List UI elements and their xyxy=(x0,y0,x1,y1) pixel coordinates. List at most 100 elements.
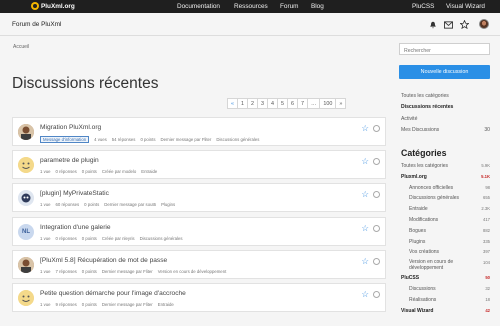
last-post-by[interactable]: Dernier message par Fliter xyxy=(161,137,212,142)
category-item[interactable]: Pluxml.org 5.1K xyxy=(401,174,490,185)
nav-plucss[interactable]: PluCSS xyxy=(412,3,434,10)
category-count: 417 xyxy=(483,216,490,222)
category-label: Réalisations xyxy=(409,296,437,303)
options-gear-icon[interactable] xyxy=(373,224,380,232)
discussion-category[interactable]: Version en cours de développement xyxy=(158,269,227,274)
sidebar-item-label: Toutes les catégories xyxy=(401,93,449,99)
discussion-row[interactable]: NL Integration d'une galerie 1 vue 0 rép… xyxy=(12,216,386,246)
discussion-row[interactable]: [plugin] MyPrivateStatic 1 vue 60 répons… xyxy=(12,183,386,213)
options-gear-icon[interactable] xyxy=(373,257,380,265)
bookmark-star-icon[interactable]: ☆ xyxy=(361,223,369,232)
discussion-row[interactable]: Migration PluXml.org Message d'informati… xyxy=(12,117,386,146)
bookmark-star-icon[interactable]: ☆ xyxy=(361,290,369,299)
options-gear-icon[interactable] xyxy=(373,290,380,298)
created-by[interactable]: Créée par nleyris xyxy=(102,236,135,241)
user-avatar[interactable] xyxy=(479,19,489,29)
star-icon[interactable] xyxy=(460,20,469,29)
discussion-category[interactable]: Entraide xyxy=(141,169,157,174)
breadcrumb[interactable]: Accueil xyxy=(13,44,29,50)
bookmark-star-icon[interactable]: ☆ xyxy=(361,157,369,166)
user-avatar[interactable] xyxy=(18,256,34,273)
category-count: 18 xyxy=(485,296,490,302)
views-count: 4 vues xyxy=(94,137,107,142)
discussion-title[interactable]: parametre de plugin xyxy=(40,157,99,164)
discussion-row[interactable]: [PluXml 5.8] Récupération de mot de pass… xyxy=(12,249,386,279)
user-avatar[interactable] xyxy=(18,124,34,140)
category-count: 5.1K xyxy=(481,173,490,179)
category-item[interactable]: Version en cours de développement 104 xyxy=(401,260,490,275)
nav-blog[interactable]: Blog xyxy=(311,3,324,10)
category-item[interactable]: Annonces officielles 98 xyxy=(401,185,490,196)
page-title: Discussions récentes xyxy=(12,75,159,92)
discussion-title[interactable]: Petite question démarche pour l'image d'… xyxy=(40,290,186,297)
nav-ressources[interactable]: Ressources xyxy=(234,3,268,10)
pagination: « 1 2 3 4 5 6 7 … 100 » xyxy=(227,98,347,109)
options-gear-icon[interactable] xyxy=(373,158,380,166)
category-item[interactable]: Toutes les catégories 5.9K xyxy=(401,163,490,174)
sidebar-item-my-discussions[interactable]: Mes Discussions 30 xyxy=(401,127,490,138)
category-item[interactable]: PluCSS 50 xyxy=(401,275,490,286)
views-count: 1 vue xyxy=(40,235,51,241)
sidebar-item-all-categories[interactable]: Toutes les catégories xyxy=(401,93,490,104)
replies-count: 7 réponses xyxy=(55,268,77,274)
category-item[interactable]: Discussions générales 655 xyxy=(401,195,490,206)
discussion-meta: 1 vue 9 réponses 0 points Dernier messag… xyxy=(40,302,174,307)
category-item[interactable]: Réalisations 18 xyxy=(401,297,490,308)
user-avatar[interactable] xyxy=(18,190,34,207)
search-input[interactable] xyxy=(399,43,490,55)
bookmark-star-icon[interactable]: ☆ xyxy=(361,257,369,266)
category-label: Entraide xyxy=(409,206,428,213)
discussion-meta: 1 vue 7 réponses 0 points Dernier messag… xyxy=(40,269,226,274)
discussion-title[interactable]: Integration d'une galerie xyxy=(40,224,111,231)
sidebar-item-label: Mes Discussions xyxy=(401,126,440,133)
last-post-by[interactable]: Dernier message par Fliter xyxy=(102,269,153,274)
points-count: 0 points xyxy=(140,137,156,142)
category-item[interactable]: Bogues 882 xyxy=(401,228,490,239)
sidebar-item-recent-discussions[interactable]: Discussions récentes xyxy=(401,104,490,115)
category-count: 335 xyxy=(483,238,490,244)
last-post-by[interactable]: Dernier message par sout6 xyxy=(104,202,156,207)
category-item[interactable]: Entraide 2.3K xyxy=(401,206,490,217)
category-label: Visual Wizard xyxy=(401,307,434,314)
options-gear-icon[interactable] xyxy=(373,125,380,132)
discussion-title[interactable]: [PluXml 5.8] Récupération de mot de pass… xyxy=(40,257,167,264)
pager-page[interactable]: 100 xyxy=(319,98,337,109)
user-avatar[interactable] xyxy=(18,289,34,306)
nav-forum[interactable]: Forum xyxy=(280,3,298,10)
category-label: Toutes les catégories xyxy=(401,163,448,169)
category-item[interactable]: Discussions 32 xyxy=(401,286,490,297)
nav-documentation[interactable]: Documentation xyxy=(177,3,220,10)
user-avatar[interactable] xyxy=(18,157,34,174)
new-discussion-button[interactable]: Nouvelle discussion xyxy=(399,65,490,79)
bookmark-star-icon[interactable]: ☆ xyxy=(361,124,369,133)
discussion-category[interactable]: Entraide xyxy=(158,302,174,307)
discussion-row[interactable]: parametre de plugin 1 vue 0 réponses 0 p… xyxy=(12,150,386,180)
category-item[interactable]: Plugins 335 xyxy=(401,239,490,250)
sidebar-item-label: Activité xyxy=(401,115,418,122)
discussion-meta: 1 vue 0 réponses 0 points Créée par mode… xyxy=(40,169,157,174)
site-logo[interactable]: PluXml.org xyxy=(31,2,75,10)
user-avatar-initials[interactable]: NL xyxy=(18,223,34,240)
options-gear-icon[interactable] xyxy=(373,191,380,199)
bell-icon[interactable] xyxy=(428,20,437,29)
discussion-meta: 1 vue 0 réponses 0 points Créée par nley… xyxy=(40,236,183,241)
last-post-by[interactable]: Dernier message par Fliter xyxy=(102,302,153,307)
discussion-row[interactable]: Petite question démarche pour l'image d'… xyxy=(12,282,386,312)
discussion-category[interactable]: Discussions générales xyxy=(216,137,259,142)
sidebar-item-activity[interactable]: Activité xyxy=(401,116,490,127)
discussion-category[interactable]: Plugins xyxy=(161,202,175,207)
mail-icon[interactable] xyxy=(444,20,453,29)
created-by[interactable]: Créée par modelo xyxy=(102,169,136,174)
category-count: 2.3K xyxy=(481,206,490,212)
category-item[interactable]: Visual Wizard 42 xyxy=(401,308,490,319)
bookmark-star-icon[interactable]: ☆ xyxy=(361,190,369,199)
discussion-category[interactable]: Discussions générales xyxy=(140,236,183,241)
replies-count: 54 réponses xyxy=(111,137,136,142)
pager-next[interactable]: » xyxy=(335,98,347,109)
discussion-title[interactable]: Migration PluXml.org xyxy=(40,124,101,131)
nav-visual-wizard[interactable]: Visual Wizard xyxy=(446,3,485,10)
discussion-title[interactable]: [plugin] MyPrivateStatic xyxy=(40,190,109,197)
category-item[interactable]: Modifications 417 xyxy=(401,217,490,228)
forum-title[interactable]: Forum de PluXml xyxy=(12,21,61,28)
categories-heading: Catégories xyxy=(401,148,447,158)
